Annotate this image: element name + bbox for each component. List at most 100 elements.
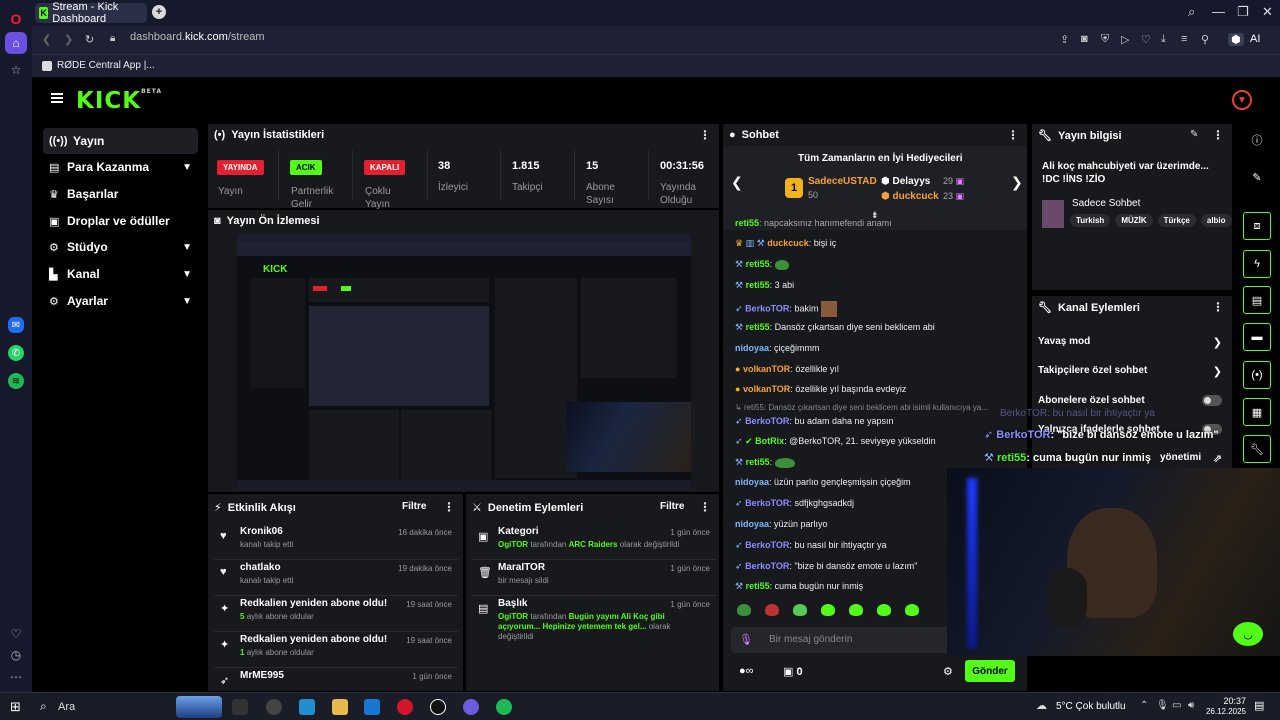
tag[interactable]: Turkish <box>1070 214 1111 227</box>
minimize-icon[interactable]: — <box>1212 4 1225 19</box>
profile-icon[interactable]: ⚲ <box>1201 33 1209 46</box>
nav-studyo[interactable]: ⚙ Stüdyo ▼ <box>43 234 198 260</box>
file-explorer-icon[interactable] <box>332 699 348 715</box>
bookmark-heart-icon[interactable]: ♡ <box>1141 33 1151 46</box>
volume-icon[interactable]: 🔊︎ <box>1188 700 1194 711</box>
opera-taskbar-icon[interactable] <box>397 699 413 715</box>
followers-only-row[interactable]: Takipçilere özel sohbet ❯ <box>1038 365 1226 378</box>
more-options-icon[interactable]: ⋮ <box>699 500 711 514</box>
nav-para-kazanma[interactable]: ▤ Para Kazanma ▼ <box>43 154 198 180</box>
subs-only-toggle[interactable] <box>1202 395 1222 406</box>
messenger-icon[interactable]: ✉ <box>8 317 24 333</box>
more-options-icon[interactable]: ⋮ <box>1212 300 1224 314</box>
windows-start-icon[interactable]: ⊞ <box>10 699 21 715</box>
tag[interactable]: MÜZİK <box>1115 214 1153 227</box>
nav-ayarlar[interactable]: ⚙ Ayarlar ▼ <box>43 288 198 314</box>
obs-icon[interactable] <box>430 699 446 715</box>
emote-icon[interactable] <box>765 604 779 616</box>
heart-icon[interactable]: ♡ <box>5 623 27 645</box>
hamburger-menu-icon[interactable] <box>51 93 63 103</box>
home-icon[interactable]: ⌂ <box>5 32 27 54</box>
share-icon[interactable]: ⇪ <box>1060 33 1069 46</box>
more-options-icon[interactable]: ⋮ <box>1212 128 1224 142</box>
edit-icon[interactable]: ✎ <box>1190 129 1198 140</box>
more-options-icon[interactable]: ⋮ <box>443 500 455 514</box>
emote-icon[interactable] <box>737 604 751 616</box>
nav-basarilar[interactable]: ♛ Başarılar <box>43 181 198 207</box>
notification-icon[interactable]: ▤ <box>1254 699 1264 712</box>
notes-icon[interactable]: ▤ <box>1243 286 1271 314</box>
mic-tray-icon[interactable]: 🎙︎ <box>1156 700 1169 711</box>
nav-kanal[interactable]: ▙ Kanal ▼ <box>43 261 198 287</box>
pencil-icon[interactable]: ✎ <box>1243 163 1271 191</box>
menu-lines-icon[interactable]: ≡ <box>1181 33 1187 45</box>
layout-icon[interactable]: ▦ <box>1243 398 1271 426</box>
clip-icon[interactable]: ⧈ <box>1243 212 1271 240</box>
spotify-icon[interactable]: ≋ <box>8 373 24 389</box>
emote-icon[interactable] <box>905 604 919 616</box>
bookmark-rode[interactable]: RØDE Central App |... <box>42 60 155 71</box>
lightning-icon[interactable]: ϟ <box>1243 250 1271 278</box>
send-button[interactable]: Gönder <box>965 660 1015 682</box>
task-view-icon[interactable] <box>232 699 248 715</box>
close-window-icon[interactable]: ✕ <box>1262 4 1273 20</box>
spotify-taskbar-icon[interactable] <box>496 699 512 715</box>
chat-input[interactable]: 🎙︎ Bir mesaj gönderin <box>731 627 951 653</box>
clock-date[interactable]: 26.12.2025 <box>1202 707 1246 716</box>
whatsapp-icon[interactable]: ✆ <box>8 345 24 361</box>
play-icon[interactable]: ▷ <box>1121 33 1129 46</box>
activity-filter-button[interactable]: Filtre <box>402 501 426 512</box>
emote-icon[interactable] <box>849 604 863 616</box>
tools-icon[interactable]: 🔧︎ <box>1243 435 1271 463</box>
camera-icon[interactable]: ◙ <box>1081 33 1088 45</box>
chevron-right-icon[interactable]: ❯ <box>1011 174 1023 191</box>
tag[interactable]: Türkçe <box>1157 214 1196 227</box>
reload-icon[interactable]: ↻ <box>85 33 94 46</box>
info-icon[interactable]: ⓘ <box>1243 126 1271 154</box>
search-tabs-icon[interactable]: ⌕ <box>1188 4 1195 20</box>
discord-icon[interactable] <box>463 699 479 715</box>
account-avatar-icon[interactable]: ▼ <box>1232 90 1252 110</box>
outlook-icon[interactable] <box>364 699 380 715</box>
tray-chevron-icon[interactable]: ⌃ <box>1140 700 1148 711</box>
stream-preview-video[interactable]: KICK <box>237 234 691 490</box>
chat-settings-icon[interactable]: ⚙ <box>943 665 953 678</box>
slow-mode-row[interactable]: Yavaş mod ❯ <box>1038 336 1226 349</box>
more-options-icon[interactable]: ⋮ <box>699 128 711 142</box>
widgets-icon[interactable] <box>266 699 282 715</box>
download-icon[interactable]: ⤓ <box>1161 33 1166 46</box>
message-icon[interactable]: ▬ <box>1243 323 1271 351</box>
bits-icon[interactable]: ●∞ <box>739 665 754 677</box>
maximize-icon[interactable]: ❐ <box>1237 4 1249 20</box>
more-icon[interactable]: ⋯ <box>5 666 27 688</box>
back-icon[interactable]: ❮ <box>42 33 51 46</box>
nav-yayin[interactable]: ((•)) Yayın <box>43 128 198 154</box>
tag[interactable]: albio <box>1200 214 1232 227</box>
extension-icon[interactable]: ⬢ <box>1228 33 1244 46</box>
edge-icon[interactable] <box>299 699 315 715</box>
broadcast-toggle-icon[interactable]: (•) <box>1243 361 1271 389</box>
chevron-left-icon[interactable]: ❮ <box>731 174 743 191</box>
nav-droplar[interactable]: ▣ Droplar ve ödüller <box>43 208 198 234</box>
weather-text[interactable]: 5°C Çok bulutlu <box>1056 701 1126 712</box>
gift-counter[interactable]: ▣ 0 <box>783 665 803 678</box>
emote-icon[interactable] <box>821 604 835 616</box>
shield-icon[interactable]: ⛨ <box>1101 33 1109 46</box>
moderation-filter-button[interactable]: Filtre <box>660 501 684 512</box>
microphone-icon[interactable]: 🎙︎ <box>739 633 753 646</box>
forward-icon[interactable]: ❯ <box>64 33 73 46</box>
opera-logo-icon[interactable]: O <box>5 8 27 30</box>
aria-ai-button[interactable]: AI <box>1250 33 1260 45</box>
star-icon[interactable]: ☆ <box>5 59 27 81</box>
browser-tab[interactable]: K Stream - Kick Dashboard <box>35 1 147 25</box>
history-icon[interactable]: ◷ <box>5 644 27 666</box>
emote-icon[interactable] <box>793 604 807 616</box>
new-tab-button[interactable]: + <box>152 5 166 19</box>
kick-logo[interactable]: KICKBETA <box>76 88 162 114</box>
subs-only-row[interactable]: Abonelere özel sohbet <box>1038 395 1226 406</box>
taskbar-search[interactable]: Ara <box>58 701 75 713</box>
more-options-icon[interactable]: ⋮ <box>1007 128 1019 142</box>
url-field[interactable]: dashboard.kick.com/stream <box>130 31 265 43</box>
clock-time[interactable]: 20:37 <box>1206 696 1246 706</box>
search-icon[interactable]: ⌕ <box>40 699 47 714</box>
